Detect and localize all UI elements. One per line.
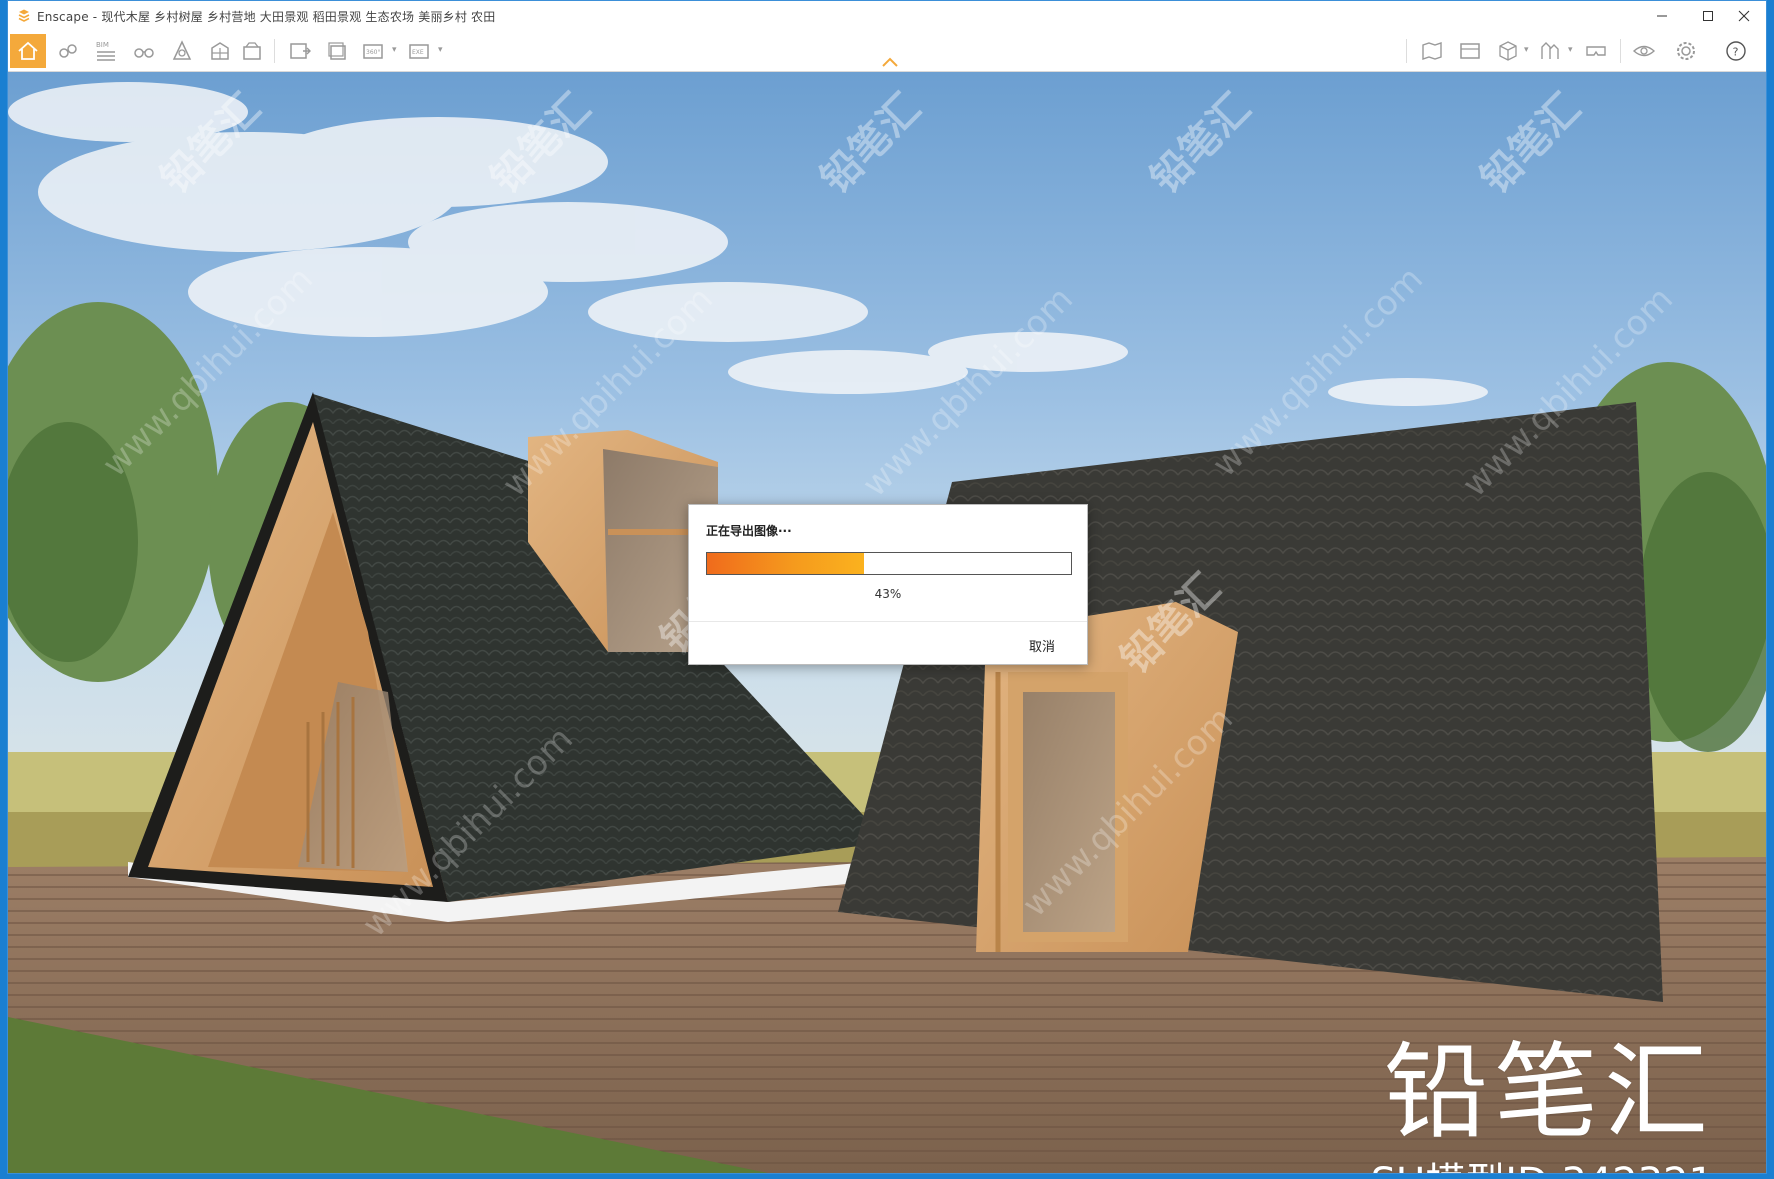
home-button[interactable]	[10, 34, 46, 68]
export-progress-bar	[706, 552, 1072, 575]
vr-icon	[1586, 46, 1606, 56]
chevron-down-icon[interactable]: ▾	[392, 45, 397, 55]
assets-icon	[1541, 42, 1559, 59]
batch-export-button[interactable]	[322, 35, 354, 67]
settings-button[interactable]	[1670, 35, 1702, 67]
objects-icon	[211, 42, 229, 60]
svg-text:360°: 360°	[366, 49, 380, 56]
map-icon	[1422, 42, 1442, 60]
progress-percent-label: 43%	[874, 587, 902, 601]
materials-icon	[1460, 43, 1480, 59]
progress-fill	[707, 553, 864, 574]
help-button[interactable]: ?	[1720, 35, 1752, 67]
atmosphere-button[interactable]	[166, 35, 198, 67]
export-progress-dialog: 正在导出图像··· 43% 取消	[688, 504, 1088, 665]
svg-text:BIM: BIM	[96, 41, 109, 49]
binoculars-icon	[134, 48, 154, 58]
visual-settings-icon	[1632, 45, 1656, 57]
window-title: Enscape - 现代木屋 乡村树屋 乡村营地 大田景观 稻田景观 生态农场 …	[37, 9, 496, 24]
atmosphere-icon	[172, 40, 192, 60]
svg-text:EXE: EXE	[412, 49, 424, 56]
link-button[interactable]	[52, 35, 84, 67]
bim-button[interactable]: BIM	[90, 35, 122, 67]
help-icon: ?	[1726, 41, 1746, 61]
exe-export-button[interactable]: EXE	[404, 35, 436, 67]
toolbar-separator	[1620, 39, 1621, 63]
visual-settings-button[interactable]	[1628, 35, 1660, 67]
maximize-icon	[1703, 11, 1713, 21]
capture-button[interactable]	[236, 35, 268, 67]
svg-text:?: ?	[1733, 46, 1739, 59]
brand-name: 铅笔汇	[1383, 1031, 1714, 1153]
home-icon	[18, 41, 38, 60]
assets-button[interactable]	[1534, 35, 1566, 67]
exe-export-icon: EXE	[409, 44, 429, 59]
cube-button[interactable]	[1492, 35, 1524, 67]
cube-icon	[1499, 41, 1517, 61]
panorama-export-button[interactable]: 360°	[358, 35, 390, 67]
screenshot-export-icon	[290, 43, 311, 59]
chevron-down-icon[interactable]: ▾	[438, 45, 443, 55]
cancel-button[interactable]: 取消	[1029, 636, 1055, 655]
minimize-button[interactable]	[1639, 1, 1685, 31]
enscape-logo-icon	[18, 9, 30, 22]
settings-icon	[1677, 42, 1695, 60]
app-window: Enscape - 现代木屋 乡村树屋 乡村营地 大田景观 稻田景观 生态农场 …	[7, 0, 1767, 1174]
title-bar: Enscape - 现代木屋 乡村树屋 乡村营地 大田景观 稻田景观 生态农场 …	[8, 1, 1766, 31]
link-icon	[59, 44, 77, 58]
brand-watermark: 铅笔汇 SU模型ID:342321	[1371, 1040, 1714, 1173]
close-icon	[1738, 10, 1750, 22]
dialog-title: 正在导出图像···	[706, 524, 792, 538]
model-id: SU模型ID:342321	[1371, 1150, 1714, 1173]
panorama-export-icon: 360°	[363, 44, 383, 59]
chevron-down-icon[interactable]: ▾	[1568, 45, 1573, 55]
screenshot-export-button[interactable]	[284, 35, 316, 67]
materials-button[interactable]	[1454, 35, 1486, 67]
toolbar-separator	[274, 39, 275, 63]
collapse-toolbar-icon[interactable]	[880, 56, 900, 68]
vr-button[interactable]	[1580, 35, 1612, 67]
dialog-divider	[689, 621, 1087, 622]
binoculars-button[interactable]	[128, 35, 160, 67]
capture-icon	[243, 42, 261, 60]
batch-export-icon	[328, 42, 346, 60]
bim-icon: BIM	[96, 41, 115, 61]
close-button[interactable]	[1721, 1, 1766, 31]
toolbar-separator	[1406, 39, 1407, 63]
chevron-down-icon[interactable]: ▾	[1524, 45, 1529, 55]
objects-button[interactable]	[204, 35, 236, 67]
map-button[interactable]	[1416, 35, 1448, 67]
minimize-icon	[1657, 15, 1667, 17]
